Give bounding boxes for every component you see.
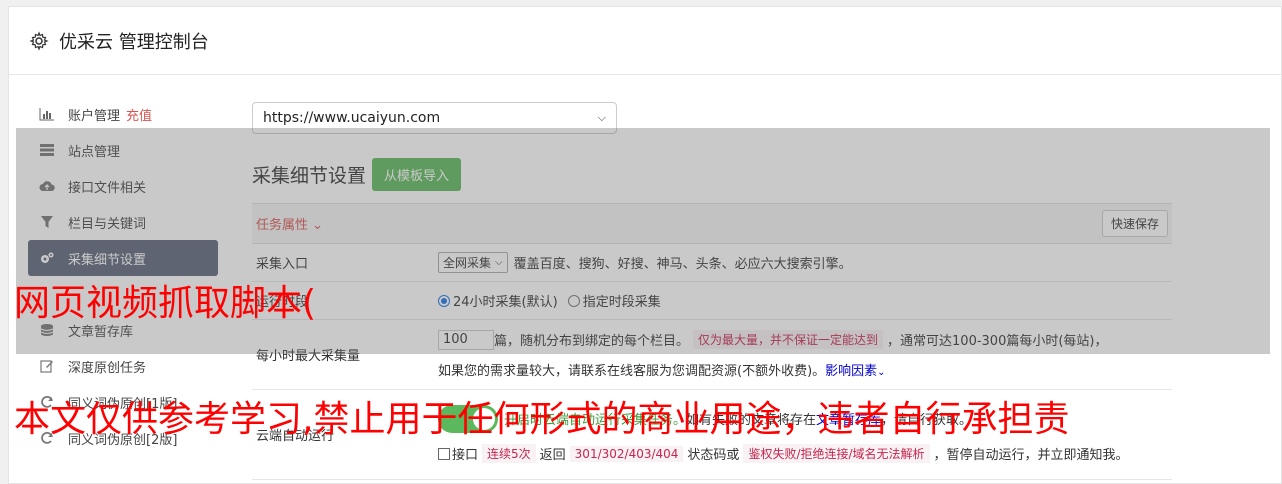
notify-checkbox[interactable]: [438, 447, 450, 460]
watermark-text-1: 网页视频抓取脚本(: [14, 283, 317, 324]
chevron-down-icon: ⌵: [597, 111, 606, 124]
page-header: 优采云 管理控制台: [9, 7, 1281, 75]
factors-link[interactable]: 影响因素⌄: [825, 360, 885, 379]
sidebar-item-label: 账户管理: [68, 108, 121, 124]
page-title: 优采云 管理控制台: [59, 31, 209, 53]
cloud-text-2: 状态码或: [687, 448, 740, 463]
edit-icon: [38, 358, 56, 374]
sidebar-item-label: 深度原创任务: [68, 360, 147, 376]
double-chevron-down-icon: ⌄: [877, 367, 886, 378]
auth-fail-tag: 鉴权失败/拒绝连接/域名无法解析: [743, 444, 930, 463]
sidebar-item-account[interactable]: 账户管理 充值: [28, 96, 218, 132]
recharge-link[interactable]: 充值: [126, 105, 152, 124]
checkbox-label: 接口: [452, 448, 479, 463]
status-code-tag: 301/302/403/404: [569, 445, 684, 462]
max-text-3: 如果您的需求量较大，请联系在线客服为您调配资源(不额外收费)。: [438, 364, 826, 379]
consecutive-tag: 连续5次: [482, 444, 536, 463]
cloud-text-3: ，暂停自动运行，并立即通知我。: [933, 448, 1129, 463]
cloud-text-1: 返回: [539, 448, 566, 463]
site-select-value: https://www.ucaiyun.com: [263, 110, 441, 126]
bar-chart-icon: [38, 106, 56, 122]
gear-icon: [29, 30, 49, 51]
watermark-text-2: 本文仅供参考学习,禁止用于任何形式的商业用途，违者自行承担责: [14, 399, 1070, 440]
